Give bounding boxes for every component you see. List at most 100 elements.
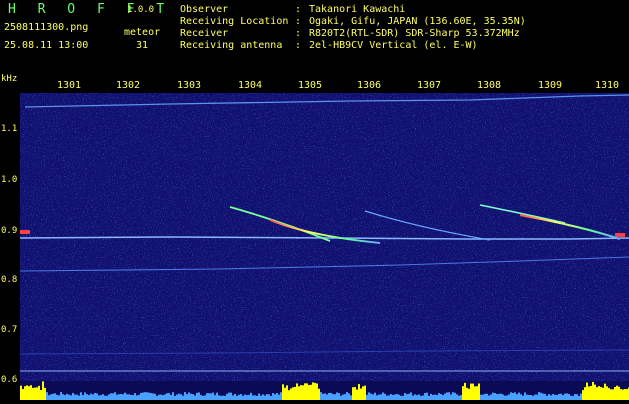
signal-bar [170, 394, 172, 400]
file-datetime: 25.08.11 13:00 [4, 40, 89, 51]
signal-bar [348, 393, 350, 400]
signal-bar [368, 392, 370, 400]
signal-bar [138, 394, 140, 400]
y-tick-label: 0.7 [1, 325, 18, 335]
signal-bar [426, 392, 428, 400]
signal-bar [440, 394, 442, 400]
signal-bar [186, 394, 188, 400]
signal-bar [524, 392, 526, 400]
app-version: 1.0.0 [127, 5, 155, 15]
signal-bar [622, 389, 624, 400]
x-tick-label: 1305 [297, 80, 323, 91]
signal-bar [322, 393, 324, 400]
signal-bar [90, 393, 92, 400]
signal-bar [488, 395, 490, 400]
signal-bar [216, 392, 218, 400]
signal-bar [568, 394, 570, 400]
signal-bar [294, 386, 296, 400]
signal-bar [402, 395, 404, 400]
signal-bar [370, 393, 372, 400]
signal-bar [572, 395, 574, 400]
signal-bar [538, 392, 540, 400]
signal-bar [110, 393, 112, 400]
signal-bar [50, 394, 52, 400]
signal-bar [258, 393, 260, 400]
signal-bar [132, 395, 134, 400]
signal-bar [618, 386, 620, 400]
signal-bar [190, 393, 192, 400]
signal-bar [434, 394, 436, 400]
signal-bar [254, 395, 256, 400]
signal-bar [68, 394, 70, 400]
signal-bar [574, 394, 576, 400]
signal-bar [282, 384, 284, 400]
signal-bar [128, 394, 130, 400]
signal-bar [352, 387, 354, 400]
signal-bar [478, 383, 480, 400]
signal-bar [556, 395, 558, 400]
signal-bar [372, 394, 374, 400]
signal-bar [42, 381, 44, 400]
signal-bar [360, 388, 362, 400]
signal-bar [544, 393, 546, 400]
signal-bar [334, 394, 336, 400]
signal-bar [142, 392, 144, 400]
signal-bar [586, 382, 588, 400]
signal-bar [56, 394, 58, 400]
signal-bar [422, 395, 424, 400]
signal-bar [516, 394, 518, 400]
signal-bar [546, 395, 548, 400]
signal-bar [446, 392, 448, 400]
signal-bar [492, 392, 494, 400]
signal-bar [438, 393, 440, 400]
signal-bar [126, 394, 128, 400]
meta-observer: Observer: Takanori Kawachi [180, 4, 406, 15]
signal-bar [430, 393, 432, 400]
signal-bar [278, 394, 280, 400]
signal-bar [300, 385, 302, 400]
x-tick-label: 1301 [56, 80, 82, 91]
signal-bar [120, 394, 122, 400]
signal-bar [296, 383, 298, 400]
signal-bar [230, 392, 232, 400]
signal-bar [164, 394, 166, 400]
signal-bar [390, 394, 392, 400]
signal-bar [388, 395, 390, 400]
signal-bar [122, 394, 124, 400]
signal-bar [184, 392, 186, 400]
signal-bar [342, 394, 344, 400]
signal-bar [20, 385, 22, 400]
signal-bar [320, 392, 322, 400]
meta-value: R820T2(RTL-SDR) SDR-Sharp 53.372MHz [309, 28, 520, 39]
signal-bar [526, 394, 528, 400]
signal-bar [616, 385, 618, 400]
signal-bar [250, 392, 252, 400]
signal-bar [44, 387, 46, 400]
meta-key: Receiving Location [180, 16, 289, 27]
signal-bar [130, 394, 132, 400]
header: H R O F F T 1.0.0 2508111300.png 25.08.1… [0, 0, 629, 76]
signal-bar [602, 387, 604, 400]
signal-bar [84, 392, 86, 400]
signal-bar [98, 395, 100, 400]
signal-bar [594, 384, 596, 400]
signal-bar [498, 393, 500, 400]
signal-bar [104, 395, 106, 400]
signal-bar [536, 394, 538, 400]
signal-bar [590, 385, 592, 400]
signal-bar [30, 385, 32, 400]
signal-bar [356, 389, 358, 400]
signal-bar [168, 393, 170, 400]
y-tick-label: 1.0 [1, 175, 18, 185]
meta-key: Observer [180, 4, 229, 15]
signal-bar [272, 392, 274, 400]
meteor-count: 31 [136, 40, 149, 51]
signal-bar [256, 395, 258, 400]
signal-bar [198, 392, 200, 400]
signal-bar [384, 393, 386, 400]
signal-bar [396, 393, 398, 400]
y-tick-label: 0.8 [1, 275, 18, 285]
signal-bar [146, 392, 148, 400]
signal-bar [292, 387, 294, 400]
signal-bar [70, 395, 72, 400]
